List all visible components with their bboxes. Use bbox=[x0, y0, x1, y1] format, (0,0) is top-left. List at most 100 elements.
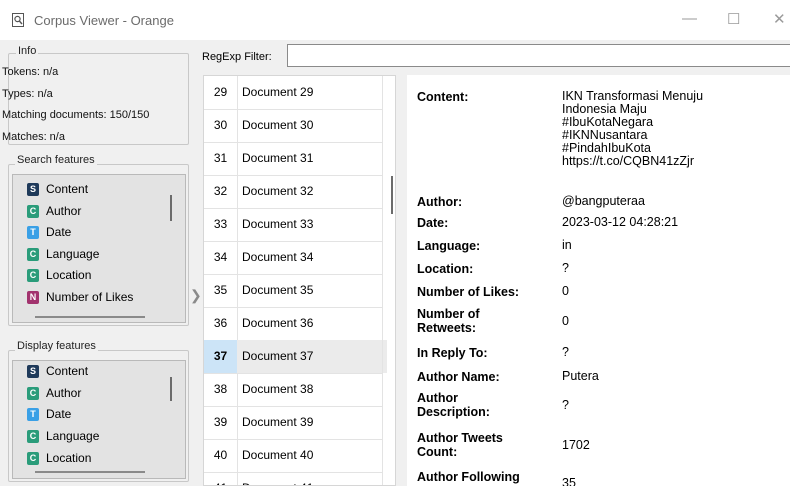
table-row[interactable]: 38 Document 38 bbox=[204, 373, 382, 407]
row-number: 40 bbox=[204, 439, 238, 472]
row-number: 37 bbox=[204, 340, 238, 373]
row-number: 30 bbox=[204, 109, 238, 142]
splitter-arrow-icon[interactable]: ❯ bbox=[190, 287, 202, 304]
list-item[interactable]: C Location bbox=[27, 448, 91, 468]
row-number: 39 bbox=[204, 406, 238, 439]
row-number: 32 bbox=[204, 175, 238, 208]
tokens-text: Tokens: n/a bbox=[2, 66, 59, 78]
table-row[interactable]: 29 Document 29 bbox=[204, 76, 382, 110]
document-name: Document 37 bbox=[237, 340, 387, 373]
list-item[interactable]: S Content bbox=[27, 179, 88, 199]
document-name: Document 40 bbox=[242, 448, 314, 462]
language-label: Language: bbox=[417, 239, 481, 253]
categorical-badge: C bbox=[27, 451, 39, 465]
row-number: 36 bbox=[204, 307, 238, 340]
retweets-value: 0 bbox=[562, 314, 569, 328]
table-row[interactable]: 35 Document 35 bbox=[204, 274, 382, 308]
likes-value: 0 bbox=[562, 284, 569, 298]
scrollbar-thumb[interactable] bbox=[170, 195, 172, 221]
regexp-filter-input[interactable] bbox=[287, 44, 790, 67]
date-value: 2023-03-12 04:28:21 bbox=[562, 215, 679, 229]
author-following-label: Author Following bbox=[417, 470, 520, 484]
list-item-label: Date bbox=[46, 407, 72, 421]
search-features-list[interactable]: S Content C Author T Date C Language C Locati… bbox=[12, 174, 186, 323]
list-item-label: Content bbox=[46, 364, 89, 378]
list-item[interactable]: T Date bbox=[27, 222, 71, 242]
horizontal-scrollbar[interactable] bbox=[35, 471, 145, 473]
author-description-label-line2: Description: bbox=[417, 405, 490, 419]
list-item-label: Author bbox=[46, 204, 82, 218]
list-item[interactable]: S Content bbox=[27, 361, 88, 381]
row-number: 41 bbox=[204, 472, 238, 485]
regexp-filter-label: RegExp Filter: bbox=[202, 51, 272, 63]
display-features-list[interactable]: S Content C Author T Date C Language C Locati… bbox=[12, 360, 186, 479]
location-label: Location: bbox=[417, 262, 474, 276]
retweets-label-line2: Retweets: bbox=[417, 321, 477, 335]
document-name: Document 41 bbox=[242, 472, 313, 485]
list-item[interactable]: T Date bbox=[27, 404, 71, 424]
likes-label: Number of Likes: bbox=[417, 285, 520, 299]
list-item[interactable]: C Language bbox=[27, 244, 99, 264]
table-row[interactable]: 32 Document 32 bbox=[204, 175, 382, 209]
categorical-badge: C bbox=[27, 204, 39, 218]
table-row-selected[interactable]: 37 Document 37 bbox=[204, 340, 387, 374]
list-item-label: Author bbox=[46, 386, 82, 400]
list-item[interactable]: C Author bbox=[27, 201, 81, 221]
matches-text: Matches: n/a bbox=[2, 131, 65, 143]
minimize-button[interactable]: — bbox=[682, 10, 697, 27]
search-features-title: Search features bbox=[15, 154, 97, 166]
content-label: Content: bbox=[417, 90, 469, 104]
list-item[interactable]: C Location bbox=[27, 265, 91, 285]
author-tweets-count-label-line1: Author Tweets bbox=[417, 431, 503, 445]
list-item-label: Language bbox=[46, 429, 100, 443]
time-badge: T bbox=[27, 225, 39, 239]
list-item[interactable]: C Author bbox=[27, 383, 81, 403]
document-name: Document 34 bbox=[242, 250, 314, 264]
retweets-label-line1: Number of bbox=[417, 307, 480, 321]
author-name-value: Putera bbox=[562, 369, 599, 383]
row-number: 35 bbox=[204, 274, 238, 307]
table-row[interactable]: 34 Document 34 bbox=[204, 241, 382, 275]
table-row[interactable]: 33 Document 33 bbox=[204, 208, 382, 242]
info-title: Info bbox=[16, 45, 39, 57]
document-name: Document 33 bbox=[242, 217, 314, 231]
row-number: 29 bbox=[204, 76, 238, 109]
author-name-label: Author Name: bbox=[417, 370, 500, 384]
table-row[interactable]: 41 Document 41 bbox=[204, 472, 382, 485]
location-value: ? bbox=[562, 261, 569, 275]
row-number: 31 bbox=[204, 142, 238, 175]
window-title: Corpus Viewer - Orange bbox=[34, 13, 174, 28]
document-name: Document 36 bbox=[242, 316, 314, 330]
table-divider bbox=[382, 76, 383, 485]
author-description-label-line1: Author bbox=[417, 391, 458, 405]
scrollbar-thumb[interactable] bbox=[170, 377, 172, 401]
close-button[interactable]: ✕ bbox=[773, 10, 786, 28]
author-label: Author: bbox=[417, 195, 463, 209]
table-row[interactable]: 40 Document 40 bbox=[204, 439, 382, 473]
table-row[interactable]: 31 Document 31 bbox=[204, 142, 382, 176]
list-item-label: Date bbox=[46, 225, 72, 239]
horizontal-scrollbar[interactable] bbox=[35, 316, 145, 318]
table-row[interactable]: 36 Document 36 bbox=[204, 307, 382, 341]
list-item-label: Language bbox=[46, 247, 100, 261]
document-name: Document 31 bbox=[242, 151, 314, 165]
title-bar: Corpus Viewer - Orange — ☐ ✕ bbox=[0, 0, 790, 40]
maximize-button[interactable]: ☐ bbox=[727, 10, 740, 28]
list-item-label: Location bbox=[46, 268, 92, 282]
table-row[interactable]: 39 Document 39 bbox=[204, 406, 382, 440]
document-name: Document 32 bbox=[242, 184, 314, 198]
table-row[interactable]: 30 Document 30 bbox=[204, 109, 382, 143]
string-badge: S bbox=[27, 182, 39, 196]
table-scrollbar-thumb[interactable] bbox=[391, 176, 393, 214]
row-number: 34 bbox=[204, 241, 238, 274]
language-value: in bbox=[562, 238, 572, 252]
document-name: Document 38 bbox=[242, 382, 314, 396]
list-item[interactable]: C Language bbox=[27, 426, 99, 446]
documents-table[interactable]: 29 Document 29 30 Document 30 31 Document 3… bbox=[203, 75, 396, 486]
list-item[interactable]: N Number of Likes bbox=[27, 287, 133, 307]
row-number: 38 bbox=[204, 373, 238, 406]
in-reply-to-label: In Reply To: bbox=[417, 346, 488, 360]
list-item-label: Location bbox=[46, 451, 92, 465]
types-text: Types: n/a bbox=[2, 88, 53, 100]
numeric-badge: N bbox=[27, 290, 39, 304]
